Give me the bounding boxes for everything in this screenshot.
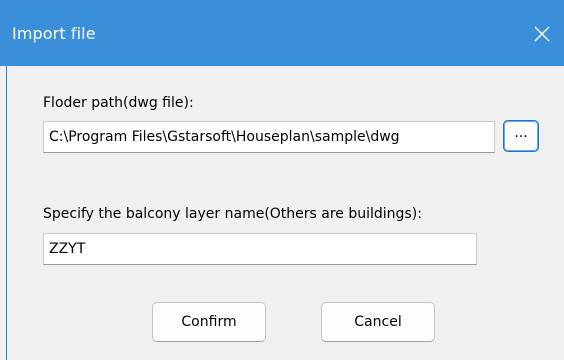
browse-button[interactable]: ... [503, 120, 539, 152]
close-button[interactable] [522, 14, 562, 54]
title-bar[interactable]: Import file [0, 0, 564, 66]
confirm-button[interactable]: Confirm [152, 302, 266, 342]
balcony-layer-label: Specify the balcony layer name(Others ar… [43, 206, 422, 222]
close-icon [534, 26, 550, 42]
cancel-button[interactable]: Cancel [321, 302, 435, 342]
import-file-dialog: Import file Floder path(dwg file): C:\Pr… [0, 0, 564, 360]
dialog-body: Floder path(dwg file): C:\Program Files\… [6, 66, 564, 360]
folder-path-input[interactable]: C:\Program Files\Gstarsoft\Houseplan\sam… [43, 121, 495, 153]
window-title: Import file [12, 24, 96, 43]
folder-path-label: Floder path(dwg file): [43, 95, 194, 111]
balcony-layer-input[interactable]: ZZYT [43, 233, 477, 265]
